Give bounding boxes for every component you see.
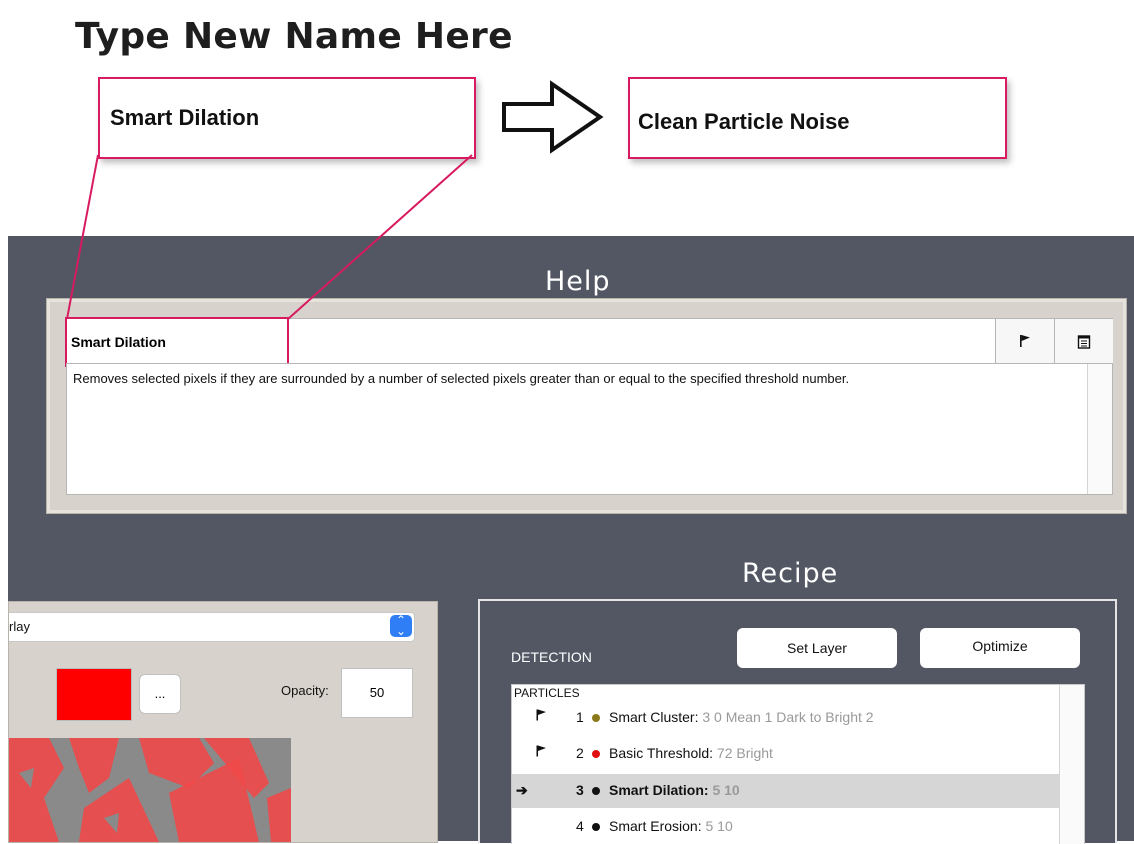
old-name-text: Smart Dilation (110, 105, 260, 130)
step-label: Smart Erosion: 5 10 (609, 818, 733, 834)
step-status-dot (592, 750, 600, 758)
help-panel: Smart Dilation Removes selected pixels i… (46, 298, 1127, 514)
overlay-panel: rlay ⌃ ⌄ ... Opacity: 50 (8, 601, 438, 843)
step-name: Smart Cluster: (609, 709, 703, 725)
step-status-dot (592, 714, 600, 722)
new-name-callout: Clean Particle Noise (628, 77, 1007, 159)
step-status-dot (592, 787, 600, 795)
step-number: 4 (576, 818, 584, 834)
recipe-step-2[interactable]: 2 Basic Threshold: 72 Bright (512, 737, 1059, 771)
overlay-color-swatch[interactable] (56, 668, 132, 721)
optimize-button[interactable]: Optimize (920, 628, 1080, 668)
step-name: Basic Threshold: (609, 745, 717, 761)
right-arrow-icon (502, 80, 604, 154)
recipe-step-3[interactable]: ➔ 3 Smart Dilation: 5 10 (512, 774, 1059, 808)
notes-button[interactable] (1054, 319, 1113, 363)
step-name: Smart Dilation: (609, 782, 713, 798)
old-name-callout: Smart Dilation (98, 77, 476, 159)
help-header: Smart Dilation (65, 317, 1113, 367)
overlay-preview-image (9, 738, 291, 842)
step-number: 3 (576, 782, 584, 798)
step-label: Smart Dilation: 5 10 (609, 782, 740, 798)
name-highlight-box (65, 317, 289, 367)
current-step-arrow-icon: ➔ (516, 782, 528, 798)
recipe-steps-list: PARTICLES 1 Smart Cluster: 3 0 Mean 1 Dar… (511, 684, 1085, 844)
detection-label: DETECTION (511, 649, 592, 665)
annotation-title: Type New Name Here (75, 16, 513, 57)
recipe-title: Recipe (742, 558, 839, 589)
set-layer-button[interactable]: Set Layer (737, 628, 897, 668)
flag-icon (536, 745, 547, 760)
step-label: Basic Threshold: 72 Bright (609, 745, 773, 761)
flag-button[interactable] (995, 319, 1054, 363)
overlay-select[interactable]: rlay ⌃ ⌄ (9, 612, 415, 642)
recipe-step-4[interactable]: 4 Smart Erosion: 5 10 (512, 810, 1059, 844)
step-params: 5 10 (705, 818, 733, 834)
flag-icon (536, 709, 547, 724)
step-number: 2 (576, 745, 584, 761)
step-name: Smart Erosion: (609, 818, 706, 834)
app-window: Help Smart Dilation Removes selected pix… (8, 236, 1134, 844)
steps-scrollbar[interactable] (1059, 685, 1084, 844)
step-number: 1 (576, 709, 584, 725)
step-label: Smart Cluster: 3 0 Mean 1 Dark to Bright… (609, 709, 874, 725)
particles-group-label: PARTICLES (514, 686, 580, 700)
select-arrows-icon[interactable]: ⌃ ⌄ (390, 614, 412, 637)
step-params: 72 Bright (716, 745, 773, 761)
help-description-box[interactable]: Removes selected pixels if they are surr… (66, 363, 1113, 495)
help-title: Help (545, 266, 611, 297)
help-description: Removes selected pixels if they are surr… (73, 371, 850, 386)
recipe-panel: DETECTION Set Layer Optimize PARTICLES 1… (478, 599, 1117, 844)
color-picker-button[interactable]: ... (139, 674, 181, 714)
opacity-label: Opacity: (281, 683, 329, 698)
overlay-select-value: rlay (9, 619, 30, 634)
step-status-dot (592, 823, 600, 831)
flag-icon (1020, 335, 1030, 347)
notes-icon (1077, 334, 1091, 349)
new-name-text: Clean Particle Noise (638, 109, 850, 134)
opacity-input[interactable]: 50 (341, 668, 413, 718)
recipe-step-1[interactable]: 1 Smart Cluster: 3 0 Mean 1 Dark to Brigh… (512, 701, 1059, 735)
help-scrollbar[interactable] (1087, 364, 1112, 494)
step-params: 3 0 Mean 1 Dark to Bright 2 (702, 709, 874, 725)
step-params: 5 10 (712, 782, 740, 798)
